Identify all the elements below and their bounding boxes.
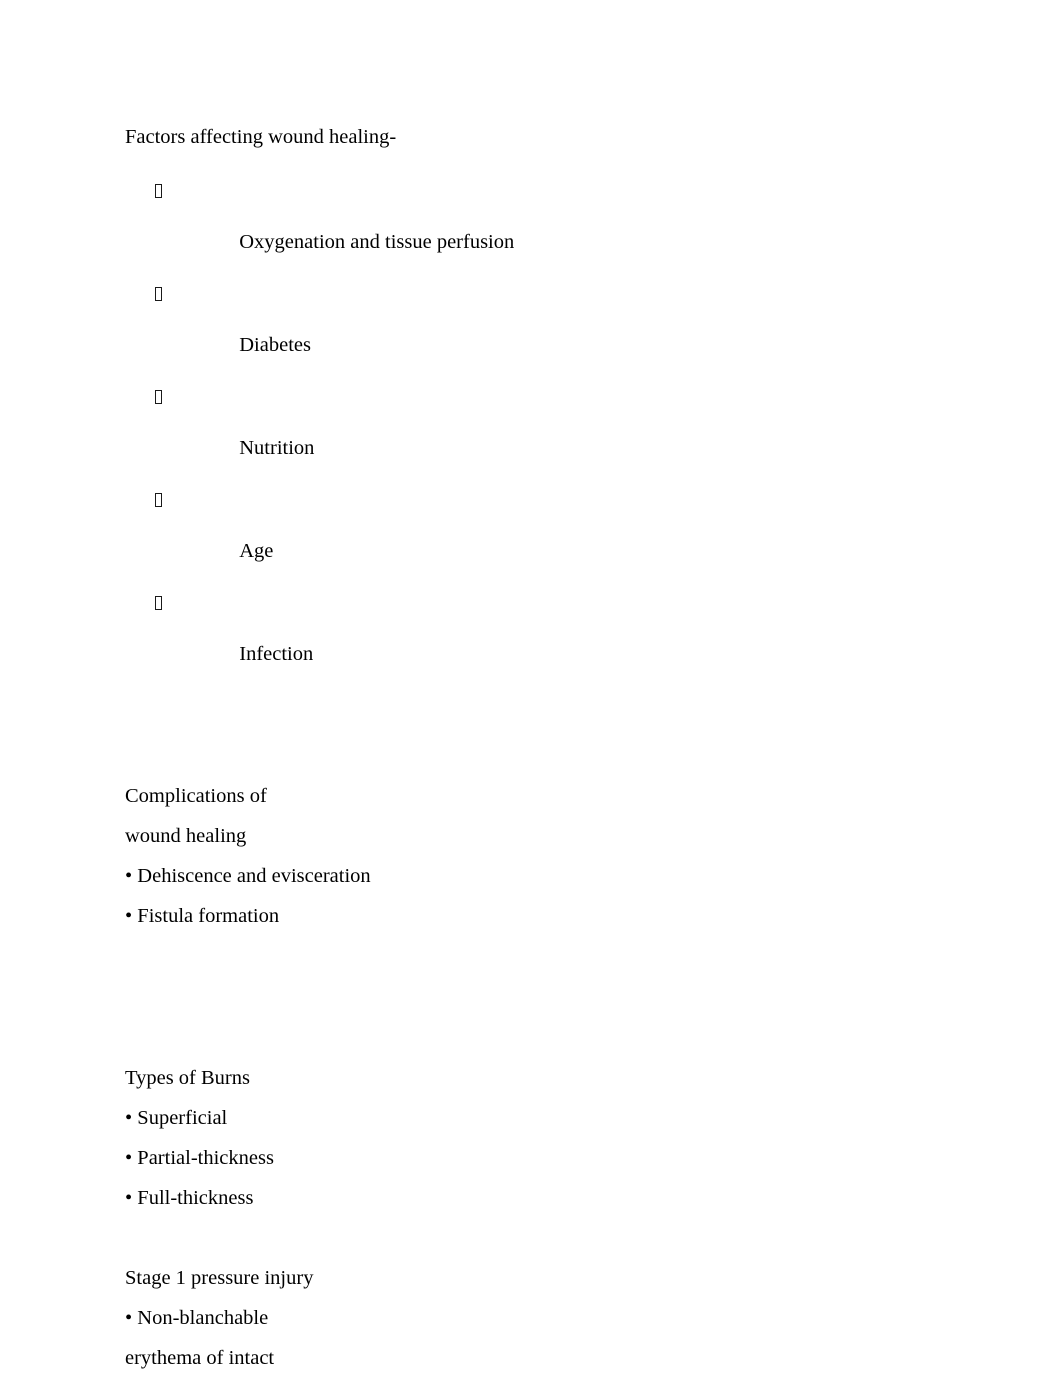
text-line: Complications of	[125, 784, 267, 807]
bullet-line: • Partial-thickness	[125, 1146, 274, 1169]
text-line: wound healing	[125, 824, 247, 847]
list-item-label: Age	[239, 540, 274, 563]
missing-glyph-box-icon	[155, 596, 162, 611]
missing-glyph-box-icon	[155, 389, 162, 404]
section-complications-of-wound-healing: Complications of wound healing • Dehisce…	[125, 776, 985, 936]
missing-glyph-box-icon	[155, 286, 162, 301]
missing-glyph-box-icon	[155, 493, 162, 508]
bullet-line: • Non-blanchable	[125, 1306, 269, 1329]
section-stage-1-pressure-injury: Stage 1 pressure injury • Non-blanchable…	[125, 1258, 985, 1377]
missing-glyph-box-icon	[155, 183, 162, 198]
list-item: Diabetes	[125, 281, 985, 384]
list-item-label: Infection	[239, 643, 314, 666]
list-item: Infection	[125, 591, 985, 694]
list-item-label: Nutrition	[239, 436, 315, 459]
bullet-line: • Full-thickness	[125, 1186, 254, 1209]
list-item-label: Oxygenation and tissue perfusion	[239, 230, 515, 253]
page-title: Factors affecting wound healing-	[125, 126, 397, 148]
section-types-of-burns: Types of Burns • Superficial • Partial-t…	[125, 1058, 985, 1218]
document-body: Factors affecting wound healing- Oxygena…	[125, 124, 985, 1377]
factors-list: Oxygenation and tissue perfusion Diabete…	[125, 178, 985, 694]
list-item: Oxygenation and tissue perfusion	[125, 178, 985, 281]
document-page: Factors affecting wound healing- Oxygena…	[0, 0, 1062, 1377]
bullet-line: • Fistula formation	[125, 904, 280, 927]
bullet-line: • Superficial	[125, 1106, 228, 1129]
list-item: Nutrition	[125, 384, 985, 487]
list-item-label: Diabetes	[239, 333, 311, 356]
section-title: Types of Burns	[125, 1066, 250, 1089]
text-line: erythema of intact	[125, 1346, 275, 1369]
section-factors-affecting-wound-healing: Factors affecting wound healing- Oxygena…	[125, 124, 985, 694]
section-title: Stage 1 pressure injury	[125, 1266, 314, 1289]
list-item: Age	[125, 488, 985, 591]
bullet-line: • Dehiscence and evisceration	[125, 864, 371, 887]
